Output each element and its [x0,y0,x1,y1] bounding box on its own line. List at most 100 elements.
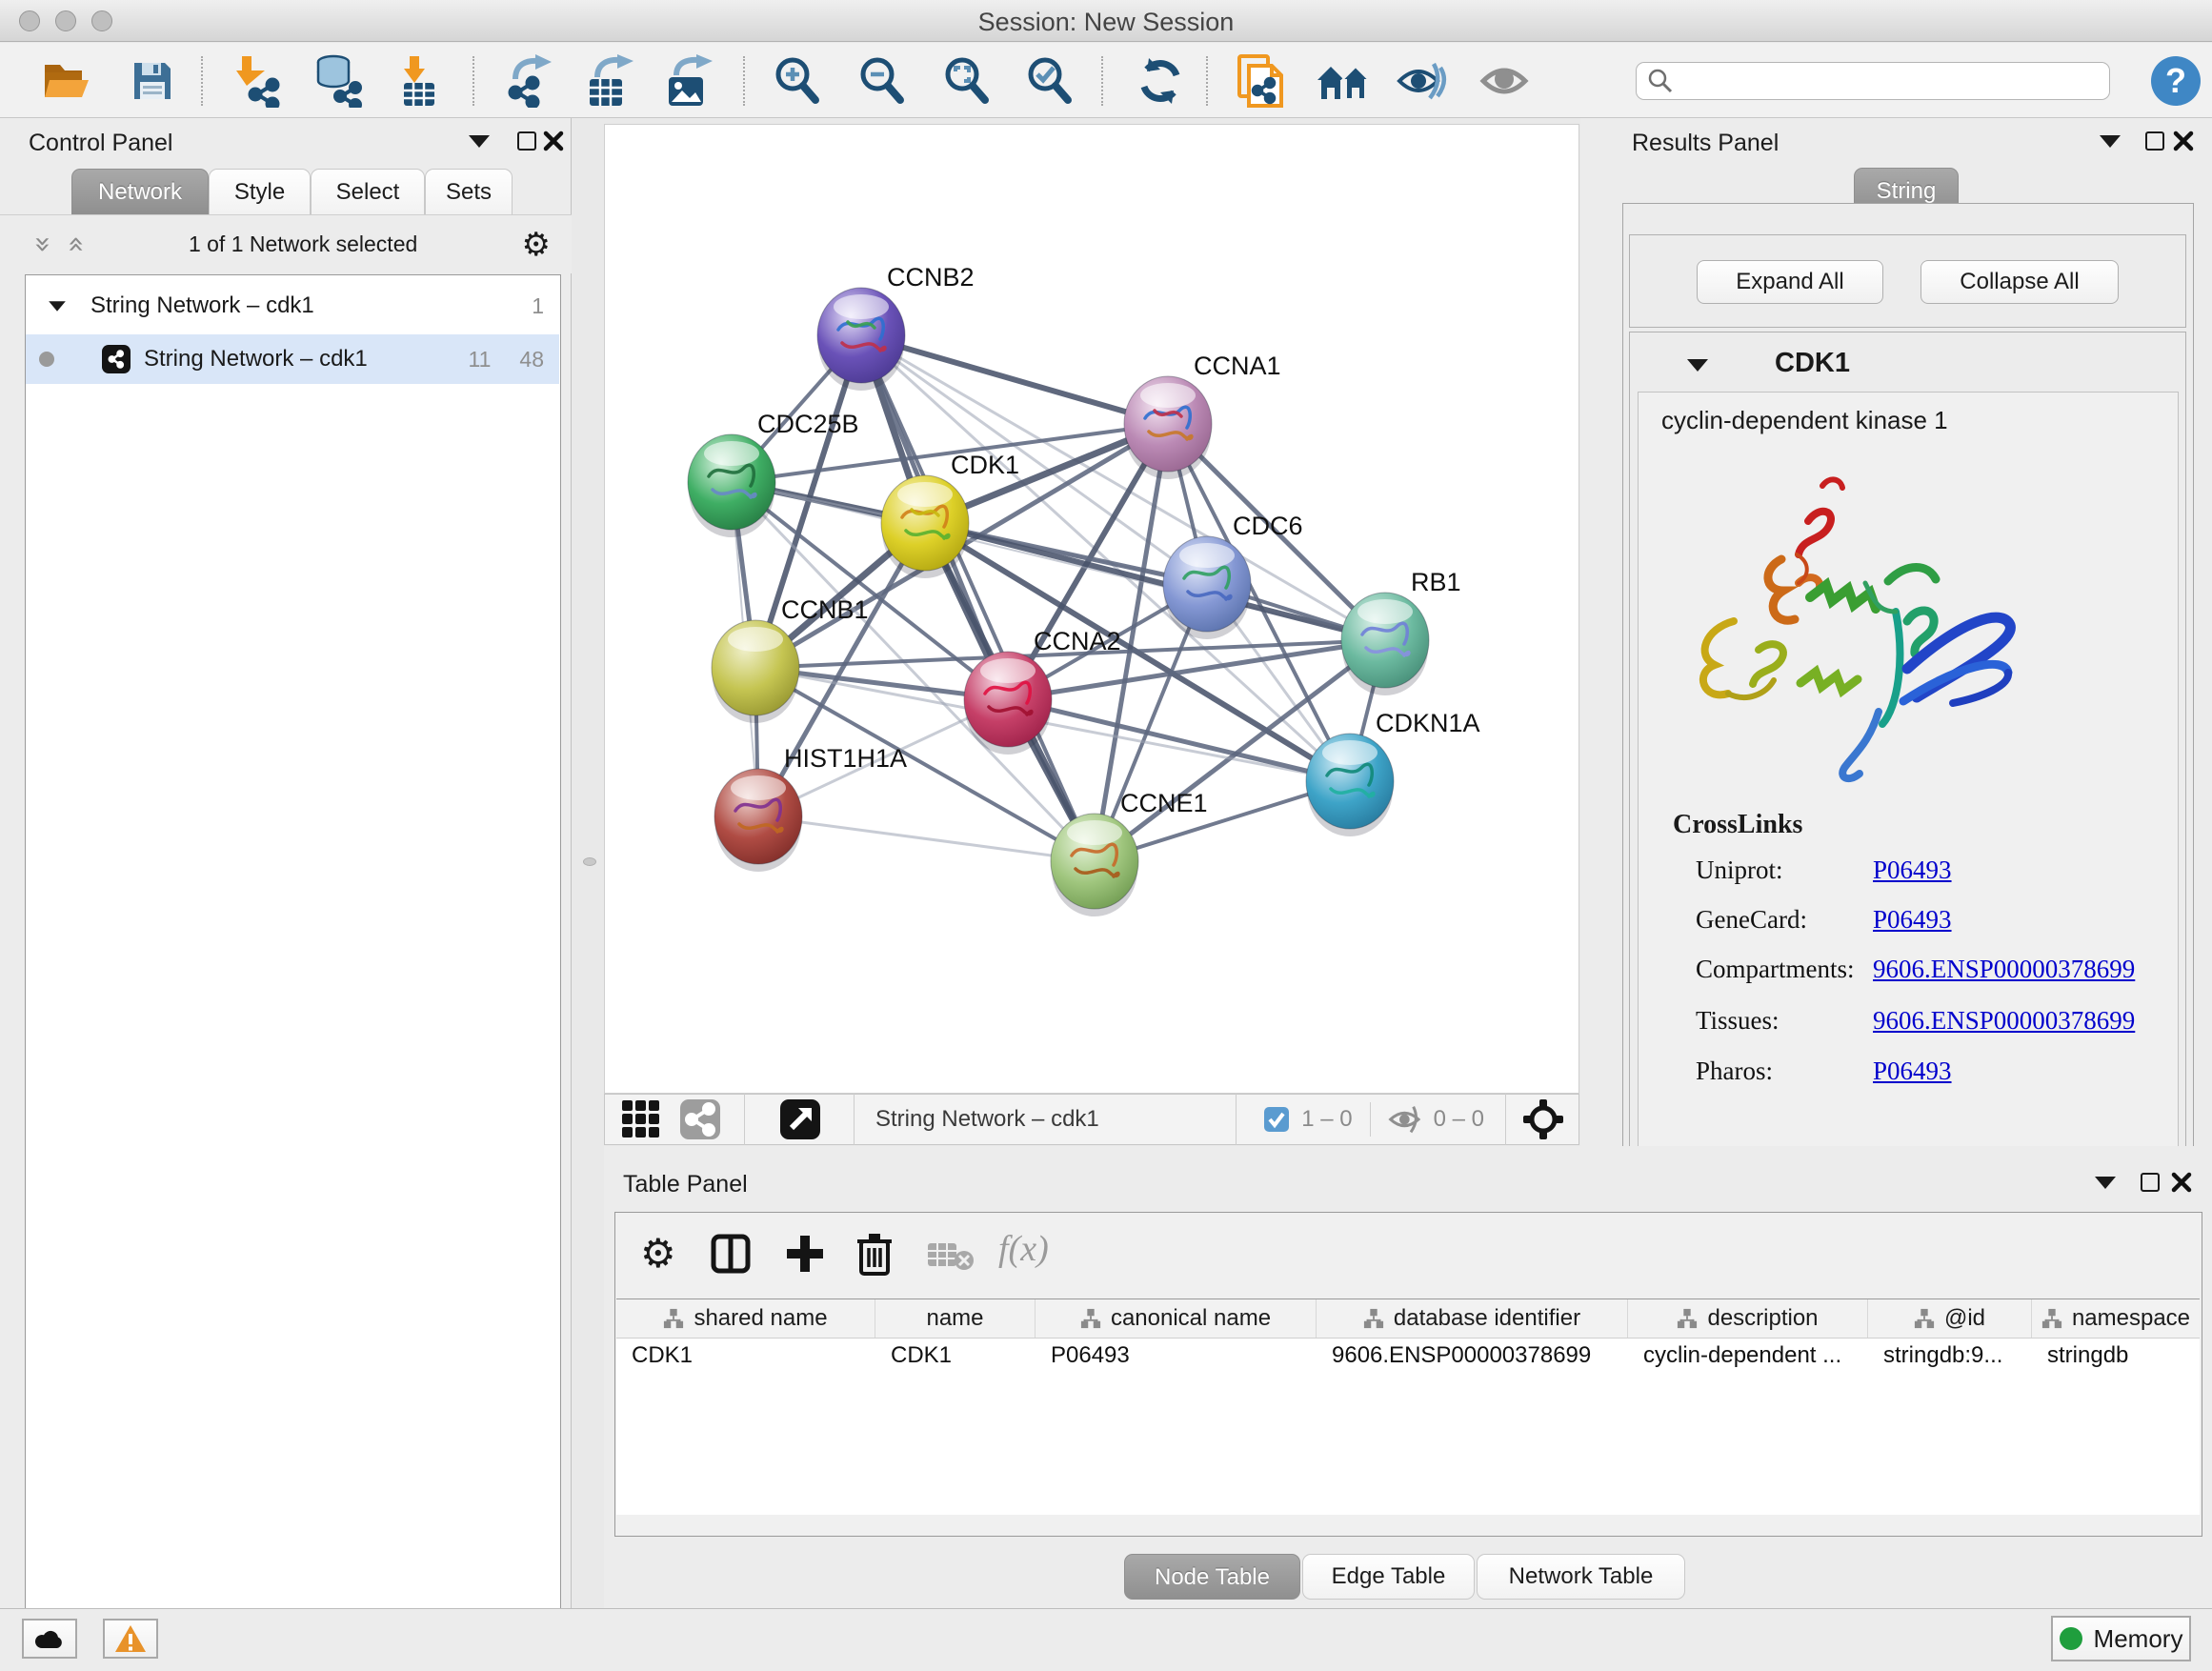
add-column-icon[interactable] [785,1234,825,1274]
crosslink-tissues-link[interactable]: 9606.ENSP00000378699 [1873,1006,2135,1036]
delete-table-icon [928,1239,975,1272]
network-collection-row[interactable]: String Network – cdk1 1 [26,283,559,329]
collapse-all-button[interactable]: Collapse All [1920,260,2119,304]
zoom-out-icon[interactable] [853,52,910,110]
control-panel-title: Control Panel [29,130,172,157]
network-node-ccna1[interactable]: CCNA1 [1124,352,1281,479]
hidden-eye-icon[interactable] [1386,1104,1424,1135]
panel-close-icon[interactable] [2173,131,2194,151]
network-node-hist1h1a[interactable]: HIST1H1A [714,744,907,872]
refresh-icon[interactable] [1132,52,1189,110]
open-in-new-window-icon[interactable] [779,1098,821,1140]
node-label: CDC25B [757,410,859,438]
tab-edge-table[interactable]: Edge Table [1302,1554,1475,1600]
status-bar: Memory [0,1608,2212,1671]
expand-all-icon[interactable]: » [59,235,92,252]
column-header[interactable]: shared name [616,1299,875,1338]
network-canvas[interactable]: CCNB2 CCNA1 CDC25B CDK1 CDC6 RB1 CCNB1 CCNA2 CDK… [604,124,1579,1094]
zoom-fit-icon[interactable] [937,52,995,110]
panel-float-icon[interactable] [517,131,536,151]
tab-select[interactable]: Select [311,169,425,214]
panel-float-icon[interactable] [2141,1173,2160,1192]
search-input[interactable] [1675,68,2094,94]
import-network-database-icon[interactable] [309,52,366,110]
network-style-icon[interactable] [679,1098,721,1140]
column-header[interactable]: namespace [2032,1299,2200,1338]
hide-selected-icon[interactable] [1395,52,1452,110]
birds-eye-toggle-icon[interactable] [1521,1097,1565,1141]
network-node-cdk1[interactable]: CDK1 [881,451,1019,578]
table-panel-title: Table Panel [623,1171,748,1198]
open-session-icon[interactable] [38,52,95,110]
search-icon [1646,67,1675,95]
network-row-selected[interactable]: String Network – cdk1 11 48 [26,334,559,384]
selected-counter: 1 – 0 [1301,1106,1352,1133]
grid-view-icon[interactable] [620,1098,662,1140]
tab-sets[interactable]: Sets [425,169,513,214]
network-node-rb1[interactable]: RB1 [1341,568,1461,695]
save-session-icon[interactable] [124,52,181,110]
home-networks-icon[interactable] [1315,52,1372,110]
column-header[interactable]: @id [1868,1299,2032,1338]
column-header[interactable]: name [875,1299,1036,1338]
network-node-ccnb1[interactable]: CCNB1 [712,595,869,723]
column-header[interactable]: canonical name [1036,1299,1317,1338]
column-header[interactable]: database identifier [1317,1299,1628,1338]
panel-close-icon[interactable] [2171,1172,2192,1193]
tab-network-table[interactable]: Network Table [1477,1554,1685,1600]
export-network-icon[interactable] [500,52,557,110]
network-edge[interactable] [861,335,1168,424]
memory-button[interactable]: Memory [2051,1616,2191,1661]
tab-string-label: String [1877,178,1937,205]
delete-column-icon[interactable] [855,1232,894,1276]
export-table-icon[interactable] [580,52,637,110]
show-all-icon[interactable] [1477,52,1534,110]
network-node-cdc25b[interactable]: CDC25B [688,410,859,537]
crosslink-uniprot-link[interactable]: P06493 [1873,856,1952,885]
zoom-in-icon[interactable] [768,52,825,110]
panel-float-icon[interactable] [2145,131,2164,151]
warning-button[interactable] [103,1619,158,1659]
network-node-ccne1[interactable]: CCNE1 [1051,789,1208,916]
network-node-cdc6[interactable]: CDC6 [1163,512,1303,639]
network-options-gear-icon[interactable]: ⚙ [522,226,551,264]
gene-collapse-icon[interactable] [1687,359,1708,372]
tab-node-table[interactable]: Node Table [1124,1554,1300,1600]
clone-network-icon[interactable] [1232,52,1289,110]
splitter-handle[interactable] [583,857,596,866]
toolbar-separator [744,1094,745,1145]
selected-checkbox-icon[interactable] [1263,1106,1290,1133]
tab-style[interactable]: Style [209,169,311,214]
cell-shared-name: CDK1 [616,1339,875,1373]
network-edge[interactable] [861,335,1095,861]
column-header[interactable]: description [1628,1299,1868,1338]
table-row[interactable]: CDK1 CDK1 P06493 9606.ENSP00000378699 cy… [616,1338,2200,1373]
crosslink-compartments-link[interactable]: 9606.ENSP00000378699 [1873,955,2135,984]
crosslink-genecard-link[interactable]: P06493 [1873,905,1952,935]
tab-network-table-label: Network Table [1509,1563,1654,1590]
panel-menu-icon[interactable] [469,135,490,148]
show-columns-icon[interactable] [711,1234,751,1274]
help-button[interactable]: ? [2151,56,2201,106]
network-node-ccnb2[interactable]: CCNB2 [817,263,975,391]
node-label: CCNA2 [1034,627,1121,655]
panel-menu-icon[interactable] [2100,135,2121,148]
window-title: Session: New Session [0,8,2212,37]
network-node-cdkn1a[interactable]: CDKN1A [1306,709,1480,836]
export-image-icon[interactable] [659,52,716,110]
zoom-selected-icon[interactable] [1020,52,1077,110]
network-edge[interactable] [758,816,1095,861]
tab-network[interactable]: Network [71,169,209,214]
collection-expand-icon[interactable] [49,301,66,311]
panel-close-icon[interactable] [543,131,564,151]
crosslink-pharos-link[interactable]: P06493 [1873,1057,1952,1086]
memory-status-dot [2060,1627,2082,1650]
import-network-file-icon[interactable] [227,52,284,110]
cloud-button[interactable] [22,1619,77,1659]
panel-menu-icon[interactable] [2095,1177,2116,1189]
import-table-file-icon[interactable] [391,52,448,110]
table-settings-gear-icon[interactable]: ⚙ [640,1230,676,1277]
collapse-all-icon[interactable]: » [27,235,60,252]
network-edge[interactable] [925,523,1385,640]
expand-all-button[interactable]: Expand All [1697,260,1883,304]
